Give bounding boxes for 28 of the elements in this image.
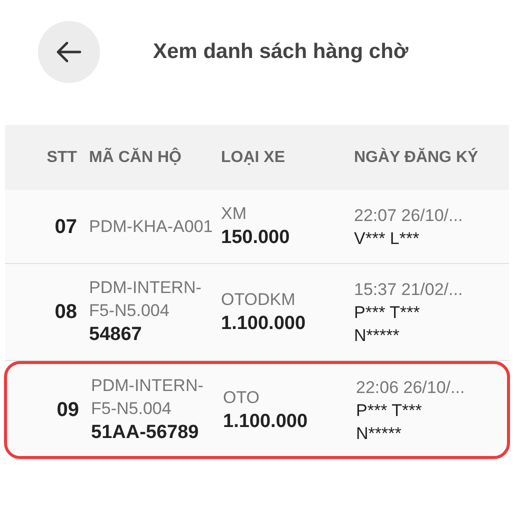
column-header: STT: [46, 148, 78, 168]
apartment-code: PDM-KHA-A001: [89, 216, 214, 238]
registration-date: 22:07 26/10/...: [354, 204, 464, 226]
owner-name: P*** T*** N*****: [354, 302, 421, 346]
fee-amount: 150.000: [221, 226, 291, 250]
apartment-code: PDM-INTERN-F5-N5.004: [89, 277, 202, 322]
column-header: LOẠI XE: [220, 148, 286, 168]
row-number: 08: [54, 300, 78, 325]
license-plate: 51AA-56789: [91, 421, 200, 445]
row-number: 07: [54, 214, 78, 240]
queue-row[interactable]: 08 PDM-INTERN-F5-N5.004 54867 OTODKM 1.100.000 15:37 21/02/... P*** T*** N*****: [5, 264, 509, 361]
fee-amount: 1.100.000: [221, 312, 307, 336]
vehicle-type: XM: [221, 203, 248, 225]
owner-name: P*** T*** N*****: [356, 400, 423, 444]
registration-date: 22:06 26/10/...: [356, 376, 466, 398]
owner-name: V*** L***: [354, 228, 420, 250]
vehicle-type: OTO: [223, 386, 261, 408]
column-header: MÃ CĂN HỘ: [88, 146, 182, 168]
fee-amount: 1.100.000: [223, 410, 309, 434]
license-plate: 54867: [89, 323, 143, 347]
row-number: 09: [56, 398, 80, 423]
registration-date: 15:37 21/02/...: [354, 278, 464, 300]
queue-row[interactable]: 09 PDM-INTERN-F5-N5.004 51AA-56789 OTO 1.100.000 22:06 26/10/... P*** T*** N*****: [4, 361, 510, 459]
column-header: NGÀY ĐĂNG KÝ: [353, 146, 480, 168]
vehicle-type: OTODKM: [221, 288, 296, 310]
back-arrow-icon: [56, 41, 82, 63]
page-title: Xem danh sách hàng chờ: [153, 39, 408, 66]
apartment-code: PDM-INTERN-F5-N5.004: [91, 375, 204, 420]
